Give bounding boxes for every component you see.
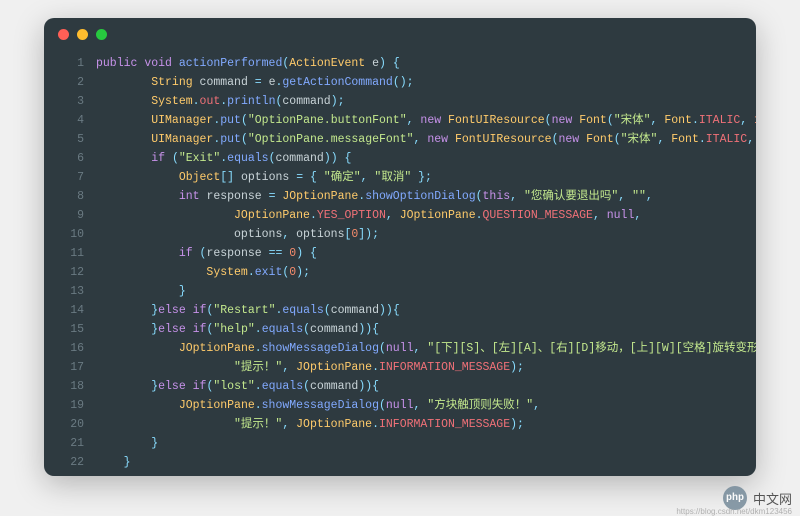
line-number: 6 [44,149,96,168]
watermark-text: 中文网 [753,489,792,508]
code-line: 17 "提示！", JOptionPane.INFORMATION_MESSAG… [44,358,756,377]
line-content: } [96,453,756,472]
line-content: Object[] options = { "确定", "取消" }; [96,168,756,187]
close-icon[interactable] [58,29,69,40]
code-line: 12 System.exit(0); [44,263,756,282]
line-content: if ("Exit".equals(command)) { [96,149,756,168]
line-number: 18 [44,377,96,396]
line-content: }else if("Restart".equals(command)){ [96,301,756,320]
line-content: JOptionPane.YES_OPTION, JOptionPane.QUES… [96,206,756,225]
window-title-bar [44,18,756,50]
line-number: 21 [44,434,96,453]
line-content: }else if("lost".equals(command)){ [96,377,756,396]
line-content: UIManager.put("OptionPane.buttonFont", n… [96,111,756,130]
code-line: 20 "提示！", JOptionPane.INFORMATION_MESSAG… [44,415,756,434]
line-number: 7 [44,168,96,187]
line-number: 14 [44,301,96,320]
line-content: "提示！", JOptionPane.INFORMATION_MESSAGE); [96,358,756,377]
line-number: 20 [44,415,96,434]
watermark-url: https://blog.csdn.net/dkm123456 [676,507,792,516]
line-content: JOptionPane.showMessageDialog(null, "方块触… [96,396,756,415]
line-content: if (response == 0) { [96,244,756,263]
code-editor-window: 1public void actionPerformed(ActionEvent… [44,18,756,476]
code-line: 6 if ("Exit".equals(command)) { [44,149,756,168]
code-line: 3 System.out.println(command); [44,92,756,111]
code-line: 9 JOptionPane.YES_OPTION, JOptionPane.QU… [44,206,756,225]
code-line: 8 int response = JOptionPane.showOptionD… [44,187,756,206]
line-number: 12 [44,263,96,282]
line-content: public void actionPerformed(ActionEvent … [96,54,756,73]
line-number: 15 [44,320,96,339]
line-number: 8 [44,187,96,206]
line-content: }else if("help".equals(command)){ [96,320,756,339]
code-line: 2 String command = e.getActionCommand(); [44,73,756,92]
line-number: 4 [44,111,96,130]
code-line: 5 UIManager.put("OptionPane.messageFont"… [44,130,756,149]
line-content: options, options[0]); [96,225,756,244]
line-number: 11 [44,244,96,263]
line-content: "提示！", JOptionPane.INFORMATION_MESSAGE); [96,415,756,434]
code-area: 1public void actionPerformed(ActionEvent… [44,50,756,476]
line-content: System.exit(0); [96,263,756,282]
line-number: 5 [44,130,96,149]
line-content: String command = e.getActionCommand(); [96,73,756,92]
code-line: 7 Object[] options = { "确定", "取消" }; [44,168,756,187]
code-line: 13 } [44,282,756,301]
line-number: 22 [44,453,96,472]
minimize-icon[interactable] [77,29,88,40]
code-line: 18 }else if("lost".equals(command)){ [44,377,756,396]
line-number: 19 [44,396,96,415]
code-line: 22 } [44,453,756,472]
line-number: 13 [44,282,96,301]
code-line: 15 }else if("help".equals(command)){ [44,320,756,339]
code-line: 16 JOptionPane.showMessageDialog(null, "… [44,339,756,358]
code-line: 10 options, options[0]); [44,225,756,244]
line-number: 17 [44,358,96,377]
line-content: System.out.println(command); [96,92,756,111]
line-number: 16 [44,339,96,358]
maximize-icon[interactable] [96,29,107,40]
code-line: 14 }else if("Restart".equals(command)){ [44,301,756,320]
line-content: UIManager.put("OptionPane.messageFont", … [96,130,756,149]
code-line: 19 JOptionPane.showMessageDialog(null, "… [44,396,756,415]
line-content: JOptionPane.showMessageDialog(null, "[下]… [96,339,756,358]
code-line: 21 } [44,434,756,453]
line-number: 9 [44,206,96,225]
code-line: 11 if (response == 0) { [44,244,756,263]
line-number: 10 [44,225,96,244]
line-content: } [96,282,756,301]
line-content: int response = JOptionPane.showOptionDia… [96,187,756,206]
line-number: 2 [44,73,96,92]
line-content: } [96,434,756,453]
code-line: 4 UIManager.put("OptionPane.buttonFont",… [44,111,756,130]
line-number: 1 [44,54,96,73]
code-line: 1public void actionPerformed(ActionEvent… [44,54,756,73]
line-number: 3 [44,92,96,111]
